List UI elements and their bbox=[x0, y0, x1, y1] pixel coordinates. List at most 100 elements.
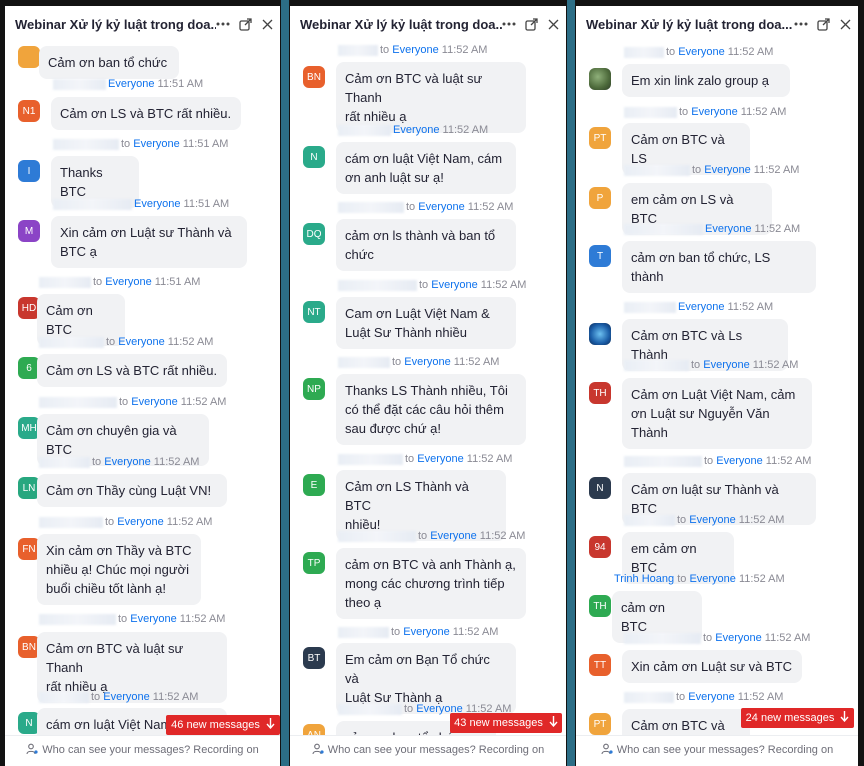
close-icon[interactable] bbox=[260, 17, 274, 31]
message-list[interactable]: to Everyone 11:52 AM BN Cảm ơn BTC và luật… bbox=[290, 42, 566, 736]
message-bubble[interactable]: Em xin link zalo group ạ bbox=[622, 64, 790, 97]
recipient-everyone[interactable]: Everyone bbox=[704, 164, 750, 176]
new-messages-button[interactable]: 46 new messages bbox=[166, 715, 280, 735]
message-bubble[interactable]: cảm ơn ban tổ chức, LS thành bbox=[622, 241, 816, 293]
message-bubble[interactable]: Cảm ơn Thầy cùng Luật VN! bbox=[37, 474, 227, 507]
avatar: P bbox=[589, 187, 611, 209]
sender-name-redacted bbox=[39, 516, 103, 528]
recipient-everyone[interactable]: Everyone bbox=[130, 613, 176, 625]
recipient-everyone[interactable]: Everyone bbox=[418, 201, 464, 213]
close-icon[interactable] bbox=[546, 17, 560, 31]
recipient-everyone[interactable]: Everyone bbox=[108, 78, 154, 90]
message-time: 11:52 AM bbox=[453, 356, 500, 368]
avatar bbox=[589, 68, 611, 90]
message-bubble[interactable]: Cảm ơn BTC và luật sư Thanh rất nhiều ạ bbox=[336, 62, 526, 133]
message-bubble[interactable]: Xin cảm ơn Thầy và BTC nhiều ạ! Chúc mọi… bbox=[37, 534, 201, 605]
to-label: to bbox=[392, 356, 402, 368]
recipient-everyone[interactable]: Everyone bbox=[689, 514, 735, 526]
to-label: to bbox=[677, 573, 687, 585]
recipient-everyone[interactable]: Everyone bbox=[678, 301, 724, 313]
message-bubble[interactable]: Cam ơn Luật Việt Nam & Luật Sư Thành nhi… bbox=[336, 297, 516, 349]
message-bubble[interactable]: Cảm ơn ban tổ chức bbox=[39, 46, 179, 79]
recipient-everyone[interactable]: Everyone bbox=[404, 356, 450, 368]
recipient-everyone[interactable]: Everyone bbox=[688, 691, 734, 703]
more-options-icon[interactable] bbox=[502, 17, 516, 31]
pop-out-icon[interactable] bbox=[816, 17, 830, 31]
recipient-everyone[interactable]: Everyone bbox=[117, 516, 163, 528]
people-privacy-icon bbox=[601, 743, 613, 758]
recipient-everyone[interactable]: Everyone bbox=[716, 455, 762, 467]
background-teal-1 bbox=[281, 0, 289, 766]
sender-name-redacted bbox=[624, 455, 702, 467]
recording-notice[interactable]: Who can see your messages? Recording on bbox=[5, 735, 280, 764]
sender-name-redacted bbox=[39, 456, 90, 468]
background-right bbox=[858, 0, 864, 766]
recipient-everyone[interactable]: Everyone bbox=[104, 456, 150, 468]
recipient-everyone[interactable]: Everyone bbox=[103, 691, 149, 703]
recipient-everyone[interactable]: Everyone bbox=[131, 396, 177, 408]
recipient-everyone[interactable]: Everyone bbox=[392, 44, 438, 56]
close-icon[interactable] bbox=[838, 17, 852, 31]
recipient-everyone[interactable]: Everyone bbox=[705, 223, 751, 235]
recipient-everyone[interactable]: Everyone bbox=[678, 46, 724, 58]
chat-panel-3: Webinar Xử lý kỷ luật trong doa... to Eve… bbox=[576, 6, 858, 764]
more-options-icon[interactable] bbox=[794, 17, 808, 31]
avatar: BT bbox=[303, 647, 325, 669]
message-list[interactable]: Cảm ơn ban tổ chức Everyone 11:51 AM N1 Cảm… bbox=[5, 42, 280, 736]
recipient-everyone[interactable]: Everyone bbox=[417, 453, 463, 465]
header-icons bbox=[216, 17, 280, 31]
recipient-everyone[interactable]: Everyone bbox=[134, 198, 180, 210]
arrow-down-icon bbox=[266, 718, 275, 732]
message-time: 11:52 AM bbox=[180, 396, 227, 408]
more-options-icon[interactable] bbox=[216, 17, 230, 31]
message-bubble[interactable]: Xin cảm ơn Luật sư Thành và BTC ạ bbox=[51, 216, 247, 268]
recipient-everyone[interactable]: Everyone bbox=[431, 279, 477, 291]
recipient-everyone[interactable]: Everyone bbox=[133, 138, 179, 150]
message-bubble[interactable]: cảm ơn BTC và anh Thành ạ, mong các chươ… bbox=[336, 548, 526, 619]
message-meta: to Everyone 11:52 AM bbox=[624, 691, 783, 703]
message-bubble[interactable]: Cảm ơn LS và BTC rất nhiều. bbox=[37, 354, 227, 387]
sender-name-redacted bbox=[624, 223, 703, 235]
message-bubble[interactable]: Xin cảm ơn Luật sư và BTC bbox=[622, 650, 802, 683]
recording-notice[interactable]: Who can see your messages? Recording on bbox=[290, 735, 566, 764]
recipient-everyone[interactable]: Everyone bbox=[393, 124, 439, 136]
message-meta: to Everyone 11:52 AM bbox=[39, 396, 226, 408]
message-bubble[interactable]: Thanks LS Thành nhiều, Tôi có thể đặt cá… bbox=[336, 374, 526, 445]
message-bubble[interactable]: Cảm ơn LS và BTC rất nhiều. bbox=[51, 97, 241, 130]
message-bubble[interactable]: Cảm ơn BTC và LS bbox=[622, 709, 750, 736]
to-label: to bbox=[93, 276, 103, 288]
to-label: to bbox=[679, 106, 689, 118]
sender-name-redacted bbox=[624, 359, 689, 371]
new-messages-label: 43 new messages bbox=[454, 717, 543, 729]
avatar: TP bbox=[303, 552, 325, 574]
recipient-everyone[interactable]: Everyone bbox=[689, 573, 735, 585]
recipient-everyone[interactable]: Everyone bbox=[105, 276, 151, 288]
chat-title: Webinar Xử lý kỷ luật trong doa... bbox=[15, 16, 216, 32]
to-label: to bbox=[677, 514, 687, 526]
sender-name-redacted bbox=[39, 396, 117, 408]
to-label: to bbox=[118, 613, 128, 625]
message-bubble[interactable]: cảm ơn ls thành và ban tổ chức bbox=[336, 219, 516, 271]
recipient-everyone[interactable]: Everyone bbox=[715, 632, 761, 644]
pop-out-icon[interactable] bbox=[524, 17, 538, 31]
message-meta: to Everyone 11:52 AM bbox=[338, 530, 525, 542]
pop-out-icon[interactable] bbox=[238, 17, 252, 31]
recording-notice[interactable]: Who can see your messages? Recording on bbox=[576, 735, 858, 764]
new-messages-button[interactable]: 43 new messages bbox=[450, 713, 562, 733]
message-bubble[interactable]: Cảm ơn Luật Việt Nam, cảm ơn Luật sư Ngu… bbox=[622, 378, 812, 449]
recipient-everyone[interactable]: Everyone bbox=[691, 106, 737, 118]
new-messages-button[interactable]: 24 new messages bbox=[741, 708, 854, 728]
message-meta: to Everyone 11:52 AM bbox=[338, 626, 498, 638]
sender-name-redacted bbox=[624, 632, 701, 644]
sender-name-redacted bbox=[338, 279, 417, 291]
message-time: 11:52 AM bbox=[727, 301, 774, 313]
header-icons bbox=[794, 17, 858, 31]
recipient-everyone[interactable]: Everyone bbox=[430, 530, 476, 542]
message-time: 11:52 AM bbox=[167, 336, 214, 348]
to-label: to bbox=[666, 46, 676, 58]
recipient-everyone[interactable]: Everyone bbox=[403, 626, 449, 638]
recipient-everyone[interactable]: Everyone bbox=[118, 336, 164, 348]
message-bubble[interactable]: cám ơn luật Việt Nam, cám ơn anh luật sư… bbox=[336, 142, 516, 194]
recipient-everyone[interactable]: Everyone bbox=[703, 359, 749, 371]
message-list[interactable]: to Everyone 11:52 AM Em xin link zalo gro… bbox=[576, 42, 858, 736]
